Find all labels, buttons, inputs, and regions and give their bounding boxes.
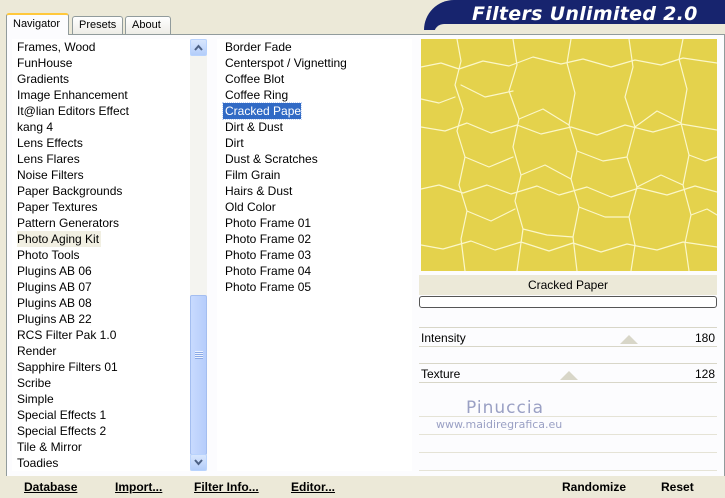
filter-info-button[interactable]: Filter Info... <box>194 480 259 494</box>
category-item[interactable]: Tile & Mirror <box>12 439 192 455</box>
category-item[interactable]: Scribe <box>12 375 192 391</box>
parameter-sliders: Intensity 180 Texture 128 <box>419 327 717 489</box>
preview-label: Cracked Paper <box>419 275 717 295</box>
slider-label: Texture <box>421 367 461 381</box>
slider-label: Intensity <box>421 331 466 345</box>
import-button[interactable]: Import... <box>115 480 162 494</box>
filter-item[interactable]: Photo Frame 03 <box>217 247 412 263</box>
header-banner: Filters Unlimited 2.0 <box>424 0 725 30</box>
category-item[interactable]: It@lian Editors Effect <box>12 103 192 119</box>
category-item[interactable]: RCS Filter Pak 1.0 <box>12 327 192 343</box>
chevron-down-icon <box>194 459 203 466</box>
slider-intensity[interactable]: Intensity 180 <box>419 327 717 363</box>
filter-item[interactable]: Old Color <box>217 199 412 215</box>
filter-item[interactable]: Centerspot / Vignetting <box>217 55 412 71</box>
selected-category-label: Photo Aging Kit <box>17 231 102 247</box>
tab-navigator[interactable]: Navigator <box>6 13 69 35</box>
slider-value: 180 <box>694 331 715 345</box>
scroll-down-button[interactable] <box>190 454 207 471</box>
left-button-group: Database Import... Filter Info... Editor… <box>12 476 412 498</box>
category-item[interactable]: Lens Flares <box>12 151 192 167</box>
watermark-name: Pinuccia <box>466 398 544 418</box>
category-item[interactable]: FunHouse <box>12 55 192 71</box>
empty-slider-row <box>419 453 717 471</box>
category-item[interactable]: Special Effects 1 <box>12 407 192 423</box>
category-item[interactable]: Sapphire Filters 01 <box>12 359 192 375</box>
watermark-url: www.maidiregrafica.eu <box>436 418 563 431</box>
category-item[interactable]: Plugins AB 07 <box>12 279 192 295</box>
filter-item[interactable]: Dust & Scratches <box>217 151 412 167</box>
category-list[interactable]: Frames, Wood FunHouse Gradients Image Enhan… <box>12 39 192 471</box>
category-item[interactable]: Paper Textures <box>12 199 192 215</box>
tab-presets[interactable]: Presets <box>72 16 123 35</box>
category-item[interactable]: Plugins AB 06 <box>12 263 192 279</box>
slider-texture[interactable]: Texture 128 <box>419 363 717 399</box>
category-item[interactable]: Photo Tools <box>12 247 192 263</box>
filter-item[interactable]: Coffee Ring <box>217 87 412 103</box>
filter-item[interactable]: Coffee Blot <box>217 71 412 87</box>
database-button[interactable]: Database <box>24 480 77 494</box>
empty-slider-row <box>419 435 717 453</box>
chevron-up-icon <box>194 44 203 51</box>
filter-item[interactable]: Cracked Paper <box>222 102 305 120</box>
reset-button[interactable]: Reset <box>661 480 694 494</box>
category-scrollbar[interactable] <box>190 39 207 471</box>
category-item[interactable]: Toadies <box>12 455 192 471</box>
category-item[interactable]: Plugins AB 22 <box>12 311 192 327</box>
randomize-button[interactable]: Randomize <box>562 480 626 494</box>
filter-item[interactable]: Photo Frame 04 <box>217 263 412 279</box>
filter-item[interactable]: Dirt <box>217 135 412 151</box>
category-item[interactable]: Special Effects 2 <box>12 423 192 439</box>
category-item[interactable]: Frames, Wood <box>12 39 192 55</box>
slider-thumb[interactable] <box>560 371 578 380</box>
progress-bar <box>419 296 717 308</box>
category-item[interactable]: Lens Effects <box>12 135 192 151</box>
grip-icon <box>195 351 203 359</box>
filter-item[interactable]: Film Grain <box>217 167 412 183</box>
app-title: Filters Unlimited 2.0 <box>472 3 698 25</box>
category-item[interactable]: kang 4 <box>12 119 192 135</box>
preview-image <box>421 39 717 271</box>
cracked-paper-preview <box>421 39 717 271</box>
filter-item[interactable]: Dirt & Dust <box>217 119 412 135</box>
category-item[interactable]: Photo Aging Kit <box>12 231 192 247</box>
bottom-bar: Database Import... Filter Info... Editor… <box>0 476 725 498</box>
filter-item[interactable]: Photo Frame 01 <box>217 215 412 231</box>
slider-value: 128 <box>694 367 715 381</box>
filter-item[interactable]: Border Fade <box>217 39 412 55</box>
category-item[interactable]: Gradients <box>12 71 192 87</box>
filter-item[interactable]: Hairs & Dust <box>217 183 412 199</box>
scroll-thumb[interactable] <box>190 295 207 455</box>
editor-button[interactable]: Editor... <box>291 480 335 494</box>
filter-item[interactable]: Photo Frame 05 <box>217 279 412 295</box>
category-item[interactable]: Paper Backgrounds <box>12 183 192 199</box>
category-item[interactable]: Image Enhancement <box>12 87 192 103</box>
category-item[interactable]: Noise Filters <box>12 167 192 183</box>
category-item[interactable]: Render <box>12 343 192 359</box>
category-item[interactable]: Simple <box>12 391 192 407</box>
category-item[interactable]: Plugins AB 08 <box>12 295 192 311</box>
tab-about[interactable]: About <box>125 16 171 35</box>
filter-list[interactable]: Border Fade Centerspot / Vignetting Coffee… <box>217 39 412 471</box>
right-button-group: Randomize Reset <box>419 476 725 498</box>
category-item[interactable]: Pattern Generators <box>12 215 192 231</box>
scroll-up-button[interactable] <box>190 39 207 56</box>
slider-thumb[interactable] <box>620 335 638 344</box>
empty-slider-row <box>419 399 717 417</box>
filter-item[interactable]: Photo Frame 02 <box>217 231 412 247</box>
